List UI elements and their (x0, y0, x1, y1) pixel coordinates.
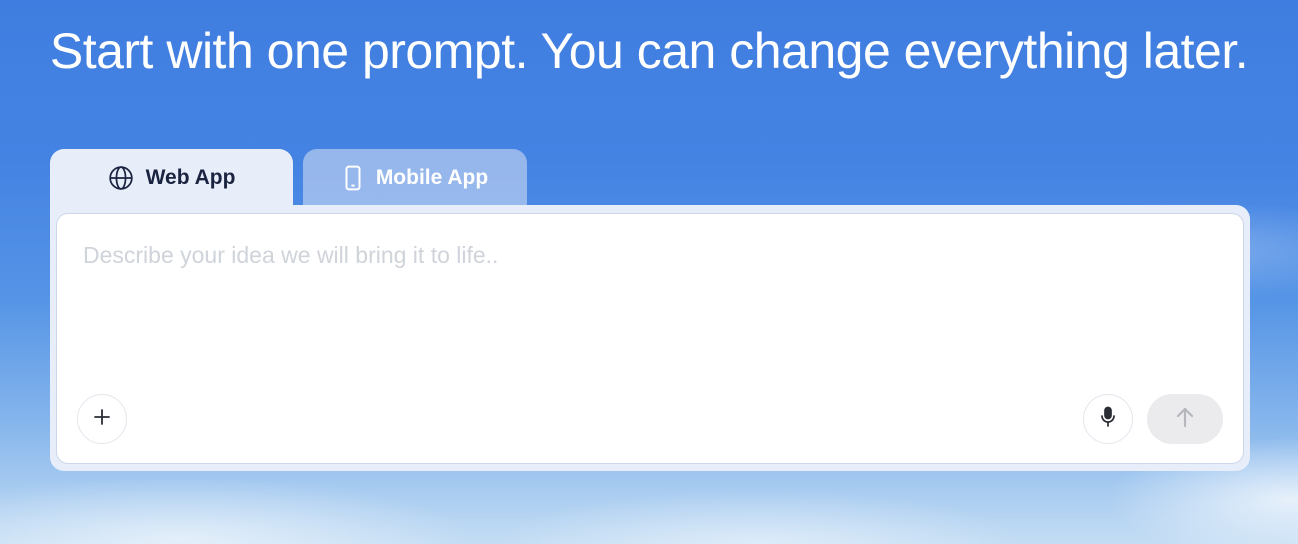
page-headline: Start with one prompt. You can change ev… (49, 23, 1249, 79)
prompt-box (56, 213, 1244, 464)
tab-mobile-app[interactable]: Mobile App (303, 149, 527, 206)
plus-icon (93, 408, 111, 431)
prompt-input[interactable] (83, 242, 1213, 392)
tab-web-app-label: Web App (145, 165, 236, 189)
send-button[interactable] (1147, 394, 1223, 444)
smartphone-icon (342, 165, 364, 191)
tab-mobile-app-label: Mobile App (375, 165, 489, 189)
voice-input-button[interactable] (1083, 394, 1133, 444)
tab-web-app[interactable]: Web App (50, 149, 293, 206)
add-attachment-button[interactable] (77, 394, 127, 444)
globe-icon (108, 165, 134, 191)
prompt-panel (50, 205, 1250, 471)
microphone-icon (1099, 406, 1117, 433)
arrow-up-icon (1175, 406, 1195, 433)
